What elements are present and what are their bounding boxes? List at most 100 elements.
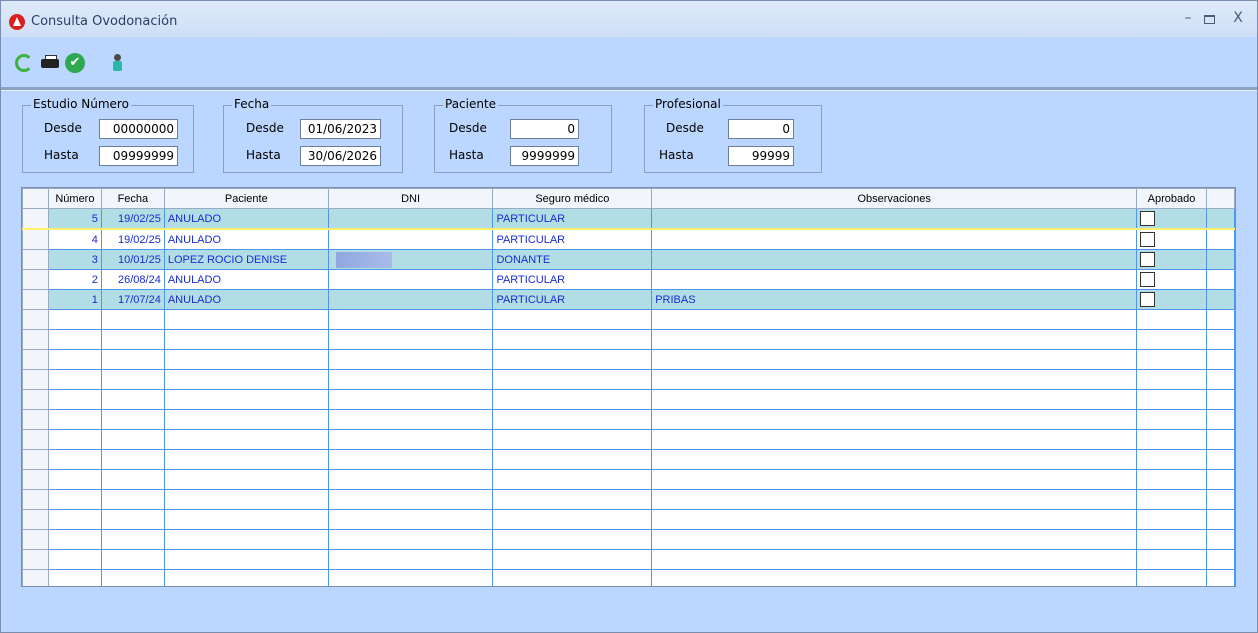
row-selector[interactable] bbox=[22, 549, 49, 570]
empty-cell[interactable] bbox=[651, 429, 1138, 450]
cell-numero[interactable]: 4 bbox=[47, 228, 102, 250]
empty-cell[interactable] bbox=[651, 349, 1138, 370]
empty-cell[interactable] bbox=[47, 569, 102, 586]
cell-dni[interactable] bbox=[327, 249, 494, 270]
paciente-desde-field[interactable]: 0 bbox=[510, 119, 579, 139]
empty-row[interactable] bbox=[22, 449, 1235, 470]
empty-row[interactable] bbox=[22, 409, 1235, 430]
empty-cell[interactable] bbox=[1136, 409, 1207, 430]
cell-dni[interactable] bbox=[327, 289, 494, 310]
row-selector[interactable] bbox=[22, 309, 49, 330]
empty-cell[interactable] bbox=[100, 389, 165, 410]
empty-cell[interactable] bbox=[651, 369, 1138, 390]
empty-cell[interactable] bbox=[47, 369, 102, 390]
empty-cell[interactable] bbox=[100, 529, 165, 550]
cell-paciente[interactable]: LOPEZ ROCIO DENISE bbox=[163, 249, 329, 270]
header-observaciones[interactable]: Observaciones bbox=[651, 188, 1138, 209]
empty-cell[interactable] bbox=[163, 349, 329, 370]
empty-cell[interactable] bbox=[492, 369, 653, 390]
empty-cell[interactable] bbox=[163, 569, 329, 586]
cell-paciente[interactable]: ANULADO bbox=[163, 289, 329, 310]
empty-cell[interactable] bbox=[100, 449, 165, 470]
cell-aprobado[interactable] bbox=[1136, 289, 1207, 310]
empty-cell[interactable] bbox=[100, 509, 165, 530]
header-aprobado[interactable]: Aprobado bbox=[1136, 188, 1207, 209]
empty-cell[interactable] bbox=[1136, 369, 1207, 390]
cell-dni[interactable] bbox=[327, 208, 494, 230]
cell-paciente[interactable]: ANULADO bbox=[163, 228, 329, 250]
cell-numero[interactable]: 5 bbox=[47, 208, 102, 230]
empty-cell[interactable] bbox=[100, 309, 165, 330]
table-row[interactable]: 2 26/08/24 ANULADO PARTICULAR bbox=[22, 269, 1235, 290]
cell-aprobado[interactable] bbox=[1136, 269, 1207, 290]
empty-row[interactable] bbox=[22, 569, 1235, 586]
row-selector[interactable] bbox=[22, 509, 49, 530]
row-selector[interactable] bbox=[22, 409, 49, 430]
empty-cell[interactable] bbox=[492, 389, 653, 410]
empty-cell[interactable] bbox=[327, 429, 494, 450]
header-dni[interactable]: DNI bbox=[327, 188, 494, 209]
empty-cell[interactable] bbox=[492, 409, 653, 430]
cell-seguro-medico[interactable]: PARTICULAR bbox=[492, 228, 653, 250]
empty-cell[interactable] bbox=[492, 569, 653, 586]
empty-cell[interactable] bbox=[100, 549, 165, 570]
cell-fecha[interactable]: 10/01/25 bbox=[100, 249, 165, 270]
cell-observaciones[interactable] bbox=[651, 249, 1138, 270]
empty-cell[interactable] bbox=[1136, 549, 1207, 570]
cell-observaciones[interactable]: PRIBAS bbox=[651, 289, 1138, 310]
empty-cell[interactable] bbox=[327, 329, 494, 350]
results-grid[interactable]: Número Fecha Paciente DNI Seguro médico … bbox=[21, 187, 1236, 587]
empty-cell[interactable] bbox=[163, 429, 329, 450]
empty-row[interactable] bbox=[22, 549, 1235, 570]
empty-cell[interactable] bbox=[100, 369, 165, 390]
cell-fecha[interactable]: 19/02/25 bbox=[100, 208, 165, 230]
row-selector[interactable] bbox=[22, 208, 49, 230]
cell-dni[interactable] bbox=[327, 228, 494, 250]
empty-cell[interactable] bbox=[1136, 309, 1207, 330]
empty-cell[interactable] bbox=[492, 349, 653, 370]
empty-cell[interactable] bbox=[327, 449, 494, 470]
empty-cell[interactable] bbox=[651, 409, 1138, 430]
empty-cell[interactable] bbox=[163, 489, 329, 510]
empty-cell[interactable] bbox=[1136, 449, 1207, 470]
table-row[interactable]: 1 17/07/24 ANULADO PARTICULAR PRIBAS bbox=[22, 289, 1235, 310]
empty-cell[interactable] bbox=[492, 429, 653, 450]
empty-cell[interactable] bbox=[100, 329, 165, 350]
empty-row[interactable] bbox=[22, 369, 1235, 390]
row-selector[interactable] bbox=[22, 329, 49, 350]
empty-row[interactable] bbox=[22, 509, 1235, 530]
empty-cell[interactable] bbox=[327, 309, 494, 330]
estudio-hasta-field[interactable]: 09999999 bbox=[99, 146, 178, 166]
print-icon[interactable] bbox=[39, 52, 61, 74]
empty-cell[interactable] bbox=[47, 329, 102, 350]
empty-cell[interactable] bbox=[327, 469, 494, 490]
row-selector[interactable] bbox=[22, 269, 49, 290]
empty-cell[interactable] bbox=[1136, 509, 1207, 530]
empty-cell[interactable] bbox=[163, 309, 329, 330]
empty-cell[interactable] bbox=[327, 549, 494, 570]
cell-aprobado[interactable] bbox=[1136, 228, 1207, 250]
empty-cell[interactable] bbox=[492, 469, 653, 490]
cell-seguro-medico[interactable]: PARTICULAR bbox=[492, 208, 653, 230]
empty-cell[interactable] bbox=[492, 549, 653, 570]
empty-row[interactable] bbox=[22, 529, 1235, 550]
empty-cell[interactable] bbox=[100, 349, 165, 370]
row-selector[interactable] bbox=[22, 228, 49, 250]
header-seguro-medico[interactable]: Seguro médico bbox=[492, 188, 653, 209]
cell-seguro-medico[interactable]: DONANTE bbox=[492, 249, 653, 270]
header-numero[interactable]: Número bbox=[47, 188, 102, 209]
empty-cell[interactable] bbox=[163, 369, 329, 390]
title-bar[interactable]: Consulta Ovodonación – X bbox=[1, 1, 1257, 37]
empty-cell[interactable] bbox=[163, 549, 329, 570]
empty-cell[interactable] bbox=[47, 309, 102, 330]
cell-seguro-medico[interactable]: PARTICULAR bbox=[492, 289, 653, 310]
refresh-icon[interactable] bbox=[13, 52, 35, 74]
maximize-button[interactable] bbox=[1200, 9, 1218, 27]
empty-cell[interactable] bbox=[1136, 469, 1207, 490]
cell-fecha[interactable]: 26/08/24 bbox=[100, 269, 165, 290]
empty-cell[interactable] bbox=[1136, 349, 1207, 370]
empty-cell[interactable] bbox=[327, 369, 494, 390]
table-row[interactable]: 3 10/01/25 LOPEZ ROCIO DENISE DONANTE bbox=[22, 249, 1235, 270]
cell-numero[interactable]: 3 bbox=[47, 249, 102, 270]
empty-cell[interactable] bbox=[651, 569, 1138, 586]
